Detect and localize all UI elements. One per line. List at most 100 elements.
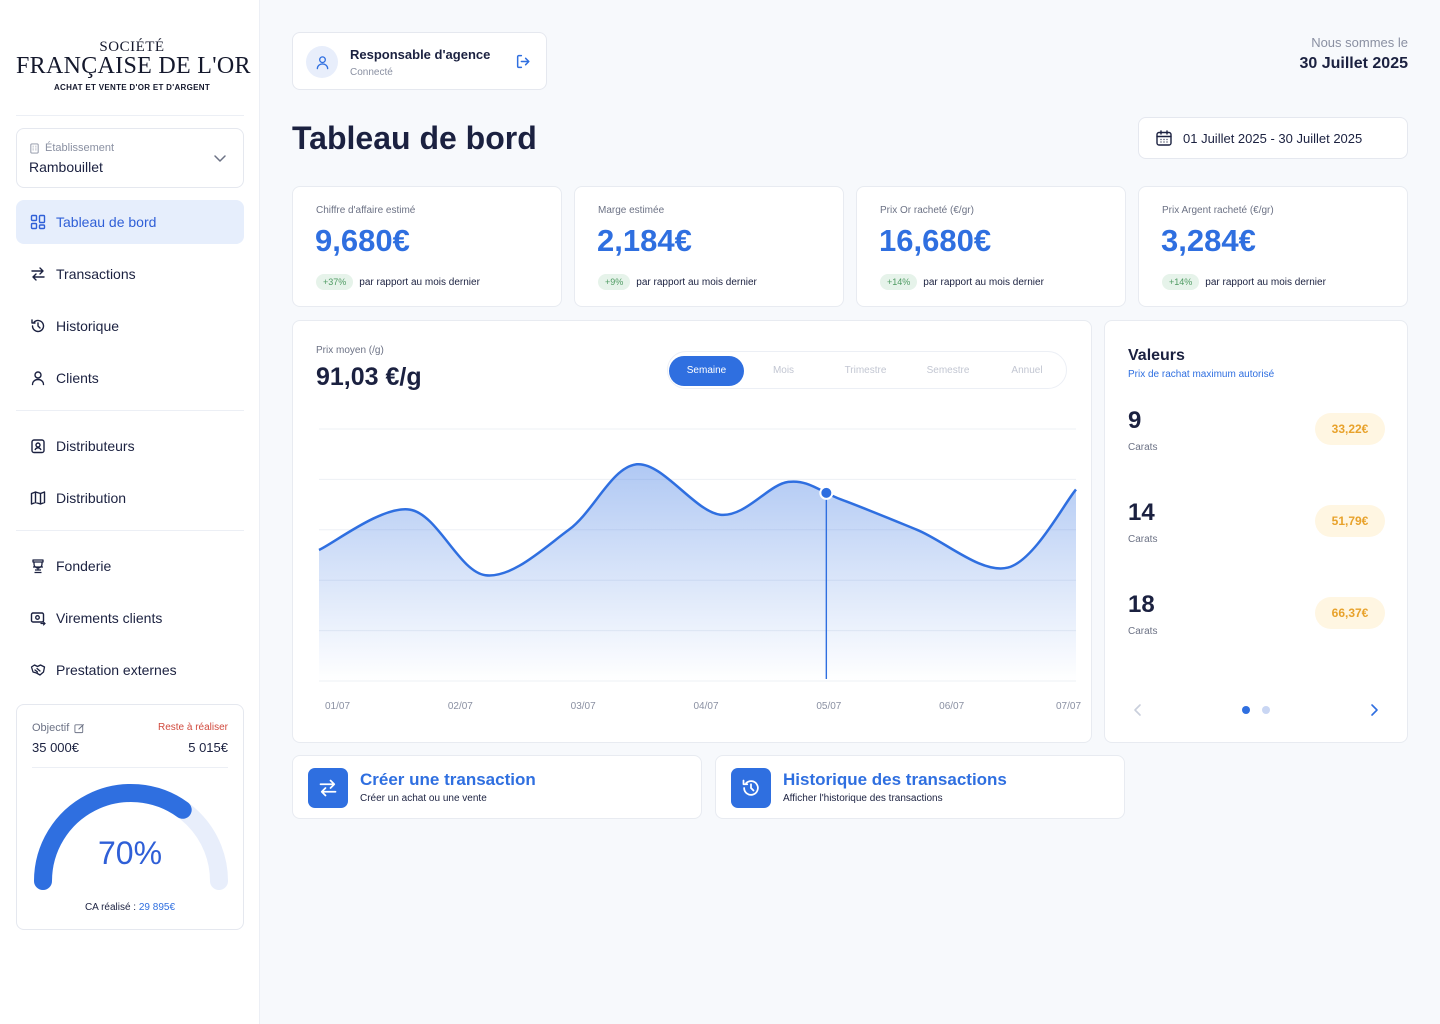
nav-item-tableau-de-bord[interactable]: Tableau de bord [16, 200, 244, 244]
nav-label: Fonderie [56, 558, 112, 574]
chevron-left-icon[interactable] [1131, 703, 1145, 717]
current-date: Nous sommes le 30 Juillet 2025 [1299, 35, 1408, 73]
x-tick-label: 03/07 [571, 701, 596, 712]
edit-icon[interactable] [74, 723, 85, 734]
swap-icon [319, 779, 337, 797]
nav-item-prestation-externes[interactable]: Prestation externes [16, 648, 244, 692]
nav-label: Distributeurs [56, 438, 135, 454]
period-mois[interactable]: Mois [746, 356, 821, 386]
highlight-point[interactable] [819, 485, 834, 500]
x-tick-label: 07/07 [1056, 701, 1081, 712]
transfer-icon [30, 612, 46, 626]
kpi-footer: +14% par rapport au mois dernier [1162, 274, 1326, 290]
logo-line-1: SOCIÉTÉ [99, 39, 165, 55]
kpi-label: Prix Or racheté (€/gr) [880, 205, 974, 216]
action-title: Historique des transactions [783, 770, 1007, 789]
period-annuel[interactable]: Annuel [988, 356, 1066, 386]
carat-value: 9 [1128, 407, 1142, 434]
dashboard-icon [30, 214, 46, 230]
kpi-delta-badge: +14% [1162, 274, 1200, 290]
kpi-card: Marge estimée 2,184€ +9% par rapport au … [574, 186, 844, 307]
x-tick-label: 05/07 [816, 701, 841, 712]
user-status: Connecté [350, 67, 393, 78]
establishment-value: Rambouillet [29, 159, 103, 175]
nav-item-transactions[interactable]: Transactions [16, 252, 244, 296]
user-role: Responsable d'agence [350, 47, 491, 62]
kpi-delta-badge: +37% [316, 274, 354, 290]
kpi-compare: par rapport au mois dernier [636, 276, 757, 288]
objective-label: Objectif [32, 722, 85, 734]
kpi-card: Prix Argent racheté (€/gr) 3,284€ +14% p… [1138, 186, 1408, 307]
kpi-label: Marge estimée [598, 205, 665, 216]
nav-item-virements-clients[interactable]: Virements clients [16, 596, 244, 640]
kpi-value: 9,680€ [315, 223, 410, 258]
x-tick-label: 04/07 [694, 701, 719, 712]
kpi-footer: +37% par rapport au mois dernier [316, 274, 480, 290]
establishment-label: Établissement [29, 142, 114, 154]
divider [16, 115, 244, 116]
price-pill: 66,37€ [1315, 597, 1385, 629]
logout-icon[interactable] [515, 53, 532, 70]
kpi-value: 2,184€ [597, 223, 692, 258]
establishment-select[interactable]: Établissement Rambouillet [16, 128, 244, 188]
ca-value: 29 895€ [138, 902, 176, 913]
kpi-compare: par rapport au mois dernier [923, 276, 1044, 288]
trophy-icon [32, 559, 44, 574]
chevron-right-icon[interactable] [1367, 703, 1381, 717]
nav-item-fonderie[interactable]: Fonderie [16, 544, 244, 588]
create-transaction-button[interactable]: Créer une transaction Créer un achat ou … [292, 755, 702, 819]
building-icon [30, 142, 39, 154]
period-semestre[interactable]: Semestre [908, 356, 988, 386]
x-tick-label: 02/07 [448, 701, 473, 712]
action-icon [731, 768, 771, 808]
chart-label: Prix moyen (/g) [316, 345, 384, 356]
period-selector: Semaine Mois Trimestre Semestre Annuel [667, 351, 1067, 389]
values-title: Valeurs [1128, 347, 1185, 364]
logo-tagline: ACHAT ET VENTE D'OR ET D'ARGENT [53, 83, 211, 92]
pagination-dot[interactable] [1262, 706, 1270, 714]
nav-item-distribution[interactable]: Distribution [16, 476, 244, 520]
period-semaine[interactable]: Semaine [669, 356, 744, 386]
period-trimestre[interactable]: Trimestre [823, 356, 908, 386]
nav-label: Distribution [56, 490, 127, 506]
ca-label: CA réalisé : [84, 902, 137, 913]
carat-unit: Carats [1128, 442, 1158, 453]
chevron-down-icon [214, 155, 226, 162]
nav-item-distributeurs[interactable]: Distributeurs [16, 424, 244, 468]
date-range-picker[interactable]: 01 Juillet 2025 - 30 Juillet 2025 [1138, 117, 1408, 159]
gauge-percent: 70% [97, 835, 163, 871]
nav-item-historique[interactable]: Historique [16, 304, 244, 348]
swap-icon [31, 267, 45, 281]
avatar [306, 46, 338, 78]
nav-item-clients[interactable]: Clients [16, 356, 244, 400]
price-pill: 33,22€ [1315, 413, 1385, 445]
establishment-label-text: Établissement [45, 142, 115, 154]
kpi-footer: +9% par rapport au mois dernier [598, 274, 757, 290]
carat-unit: Carats [1128, 534, 1158, 545]
chart-area [319, 464, 1076, 681]
kpi-compare: par rapport au mois dernier [1205, 276, 1326, 288]
action-subtitle: Afficher l'historique des transactions [783, 793, 943, 804]
handshake-icon [30, 664, 46, 676]
action-subtitle: Créer un achat ou une vente [360, 793, 487, 804]
current-date-label: Nous sommes le [1311, 35, 1408, 50]
kpi-compare: par rapport au mois dernier [359, 276, 480, 288]
carat-unit: Carats [1128, 626, 1158, 637]
logo-line-2: FRANÇAISE DE L'OR [16, 53, 251, 79]
sidebar: SOCIÉTÉ FRANÇAISE DE L'OR ACHAT ET VENTE… [0, 0, 260, 1024]
company-logo[interactable]: SOCIÉTÉ FRANÇAISE DE L'OR ACHAT ET VENTE… [16, 39, 251, 93]
price-pill: 51,79€ [1315, 505, 1385, 537]
pagination-dot-active[interactable] [1242, 706, 1250, 714]
nav-label: Virements clients [56, 610, 163, 626]
calendar-icon [1156, 130, 1172, 146]
values-card: Valeurs Prix de rachat maximum autorisé … [1104, 320, 1408, 743]
action-icon [308, 768, 348, 808]
user-icon [316, 55, 328, 69]
transaction-history-button[interactable]: Historique des transactions Afficher l'h… [715, 755, 1125, 819]
remaining-label: Reste à réaliser [157, 722, 228, 733]
history-icon [31, 319, 45, 333]
carat-value: 14 [1128, 499, 1155, 526]
date-range-text: 01 Juillet 2025 - 30 Juillet 2025 [1183, 130, 1363, 146]
divider [16, 410, 244, 411]
divider [16, 530, 244, 531]
